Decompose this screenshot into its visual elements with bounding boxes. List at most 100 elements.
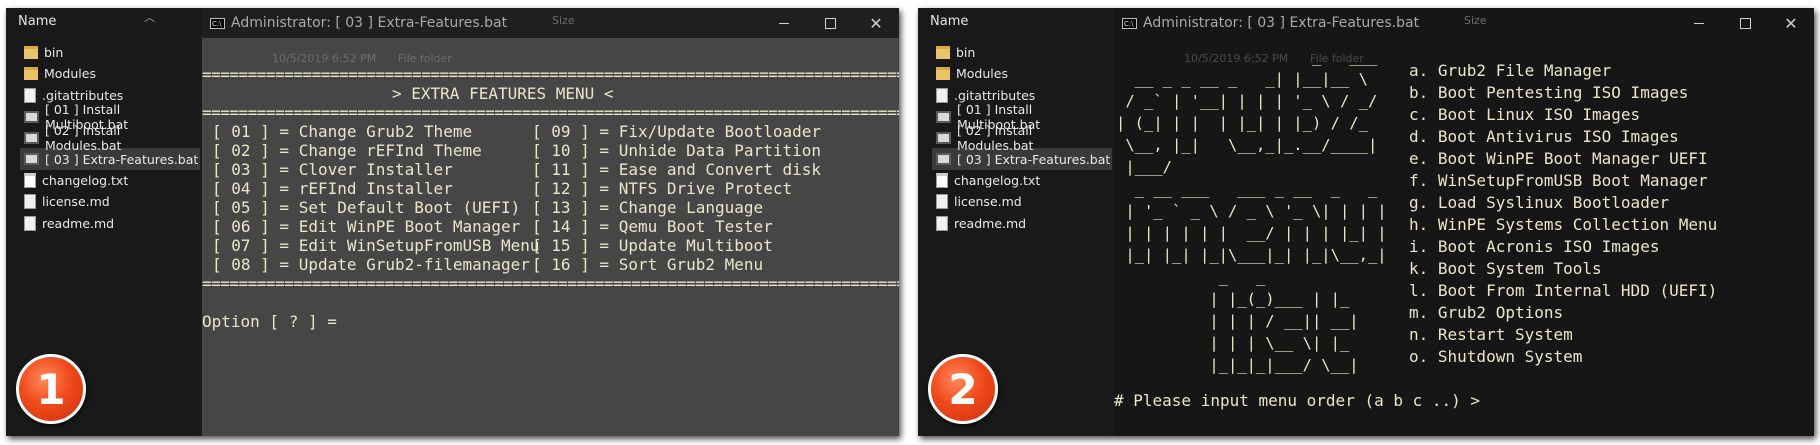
file-label: .gitattributes: [954, 87, 1036, 103]
step-badge-2: 2: [928, 354, 998, 424]
maximize-button[interactable]: [807, 8, 853, 38]
name-column-label: Name: [18, 14, 57, 29]
file-label: [ 02 ] Install Modules.bat: [45, 122, 122, 153]
folder-icon: [24, 67, 38, 81]
menu-option: d. Boot Antivirus ISO Images: [1409, 127, 1679, 146]
file-label: [ 03 ] Extra-Features.bat: [957, 151, 1111, 167]
maximize-button[interactable]: [1722, 8, 1768, 38]
file-label: Modules: [956, 66, 1008, 82]
file-item-readme[interactable]: readme.md: [932, 212, 1112, 233]
name-column-header[interactable]: Name ︿: [18, 11, 155, 29]
file-item-install-modules[interactable]: [ 02 ] Install Modules.bat: [20, 123, 200, 153]
file-label: [ 02 ] Install Modules.bat: [957, 122, 1034, 153]
file-item-changelog[interactable]: changelog.txt: [20, 170, 200, 191]
window-title: Administrator: [ 03 ] Extra-Features.bat: [231, 15, 508, 31]
menu-option: f. WinSetupFromUSB Boot Manager: [1409, 171, 1708, 190]
console-window[interactable]: C:\ Administrator: [ 03 ] Extra-Features…: [202, 8, 899, 436]
file-label: .gitattributes: [42, 87, 124, 103]
screenshot-panel-1: Name ︿ bin Modules .gitattributes [ 01 ]…: [6, 8, 899, 436]
command-prompt-icon: C:\: [1122, 17, 1137, 29]
file-label: readme.md: [42, 215, 115, 231]
menu-option: a. Grub2 File Manager: [1409, 61, 1612, 80]
background-size-header: Size: [1464, 14, 1487, 27]
file-item-bin[interactable]: bin: [20, 42, 200, 63]
file-label: license.md: [42, 194, 110, 210]
batch-file-icon: [24, 131, 39, 144]
step-badge-1: 1: [16, 354, 86, 424]
file-icon: [936, 87, 948, 103]
chevron-up-icon: ︿: [144, 11, 155, 24]
console-window[interactable]: C:\ Administrator: [ 03 ] Extra-Features…: [1114, 8, 1814, 436]
separator-line: ========================================…: [202, 274, 899, 293]
file-item-extra-features[interactable]: [ 03 ] Extra-Features.bat: [20, 148, 200, 170]
batch-file-icon: [936, 110, 951, 123]
close-icon: ✕: [1784, 13, 1798, 33]
name-column-header[interactable]: Name: [930, 14, 968, 29]
text-file-icon: [24, 172, 36, 188]
background-size-header: Size: [552, 14, 575, 27]
maximize-icon: [1739, 17, 1751, 29]
file-icon: [24, 194, 36, 210]
menu-option: c. Boot Linux ISO Images: [1409, 105, 1641, 124]
menu-option: i. Boot Acronis ISO Images: [1409, 237, 1660, 256]
batch-file-icon: [24, 110, 39, 123]
maximize-icon: [824, 17, 836, 29]
file-item-changelog[interactable]: changelog.txt: [932, 170, 1112, 191]
minimize-icon: [779, 22, 789, 24]
menu-option: l. Boot From Internal HDD (UEFI): [1409, 281, 1718, 300]
folder-icon: [936, 67, 950, 81]
menu-option: b. Boot Pentesting ISO Images: [1409, 83, 1689, 102]
close-button[interactable]: ✕: [1768, 8, 1814, 38]
file-icon: [24, 87, 36, 103]
file-icon: [936, 194, 948, 210]
file-label: Modules: [44, 66, 96, 82]
batch-file-icon: [936, 131, 951, 144]
file-label: changelog.txt: [954, 172, 1041, 188]
file-list: bin Modules .gitattributes [ 01 ] Instal…: [932, 42, 1112, 234]
window-titlebar[interactable]: C:\ Administrator: [ 03 ] Extra-Features…: [202, 8, 899, 38]
file-item-install-modules[interactable]: [ 02 ] Install Modules.bat: [932, 123, 1112, 153]
batch-file-icon: [936, 153, 951, 166]
command-prompt-icon: C:\: [210, 17, 225, 29]
file-label: license.md: [954, 194, 1022, 210]
file-label: readme.md: [954, 215, 1027, 231]
folder-icon: [936, 46, 950, 60]
menu-option: g. Load Syslinux Bootloader: [1409, 193, 1670, 212]
menu-option: o. Shutdown System: [1409, 347, 1583, 366]
console-output[interactable]: 10/5/2019 6:52 PM File folder _ ___ __ _…: [1114, 38, 1814, 436]
close-icon: ✕: [869, 13, 883, 33]
menu-option: n. Restart System: [1409, 325, 1573, 344]
menu-order-prompt[interactable]: # Please input menu order (a b c ..) >: [1114, 390, 1480, 412]
menu-option: m. Grub2 Options: [1409, 303, 1564, 322]
option-prompt[interactable]: Option [ ? ] =: [202, 311, 337, 333]
file-icon: [936, 215, 948, 231]
window-titlebar[interactable]: C:\ Administrator: [ 03 ] Extra-Features…: [1114, 8, 1814, 38]
file-item-license[interactable]: license.md: [932, 191, 1112, 212]
minimize-icon: [1694, 22, 1704, 24]
menu-option: k. Boot System Tools: [1409, 259, 1602, 278]
minimize-button[interactable]: [1676, 8, 1722, 38]
menu-option: e. Boot WinPE Boot Manager UEFI: [1409, 149, 1708, 168]
file-label: [ 03 ] Extra-Features.bat: [45, 151, 199, 167]
menu-option: h. WinPE Systems Collection Menu: [1409, 215, 1718, 234]
ascii-logo: _ ___ __ _ _ __ _ _| |__|__ \ / _` | '__…: [1116, 48, 1387, 374]
file-label: bin: [44, 45, 64, 61]
batch-file-icon: [24, 153, 39, 166]
folder-icon: [24, 46, 38, 60]
text-file-icon: [936, 172, 948, 188]
file-label: changelog.txt: [42, 172, 129, 188]
file-item-license[interactable]: license.md: [20, 191, 200, 212]
file-item-readme[interactable]: readme.md: [20, 212, 200, 233]
file-list: bin Modules .gitattributes [ 01 ] Instal…: [20, 42, 200, 234]
close-button[interactable]: ✕: [853, 8, 899, 38]
file-item-modules[interactable]: Modules: [20, 63, 200, 84]
console-output[interactable]: 10/5/2019 6:52 PM File folder ==========…: [202, 38, 899, 436]
file-label: bin: [956, 45, 976, 61]
file-item-modules[interactable]: Modules: [932, 63, 1112, 84]
file-item-bin[interactable]: bin: [932, 42, 1112, 63]
name-column-label: Name: [930, 14, 969, 29]
file-icon: [24, 215, 36, 231]
file-item-extra-features[interactable]: [ 03 ] Extra-Features.bat: [932, 148, 1112, 170]
screenshot-panel-2: Name bin Modules .gitattributes [ 01 ] I…: [918, 8, 1814, 436]
minimize-button[interactable]: [761, 8, 807, 38]
